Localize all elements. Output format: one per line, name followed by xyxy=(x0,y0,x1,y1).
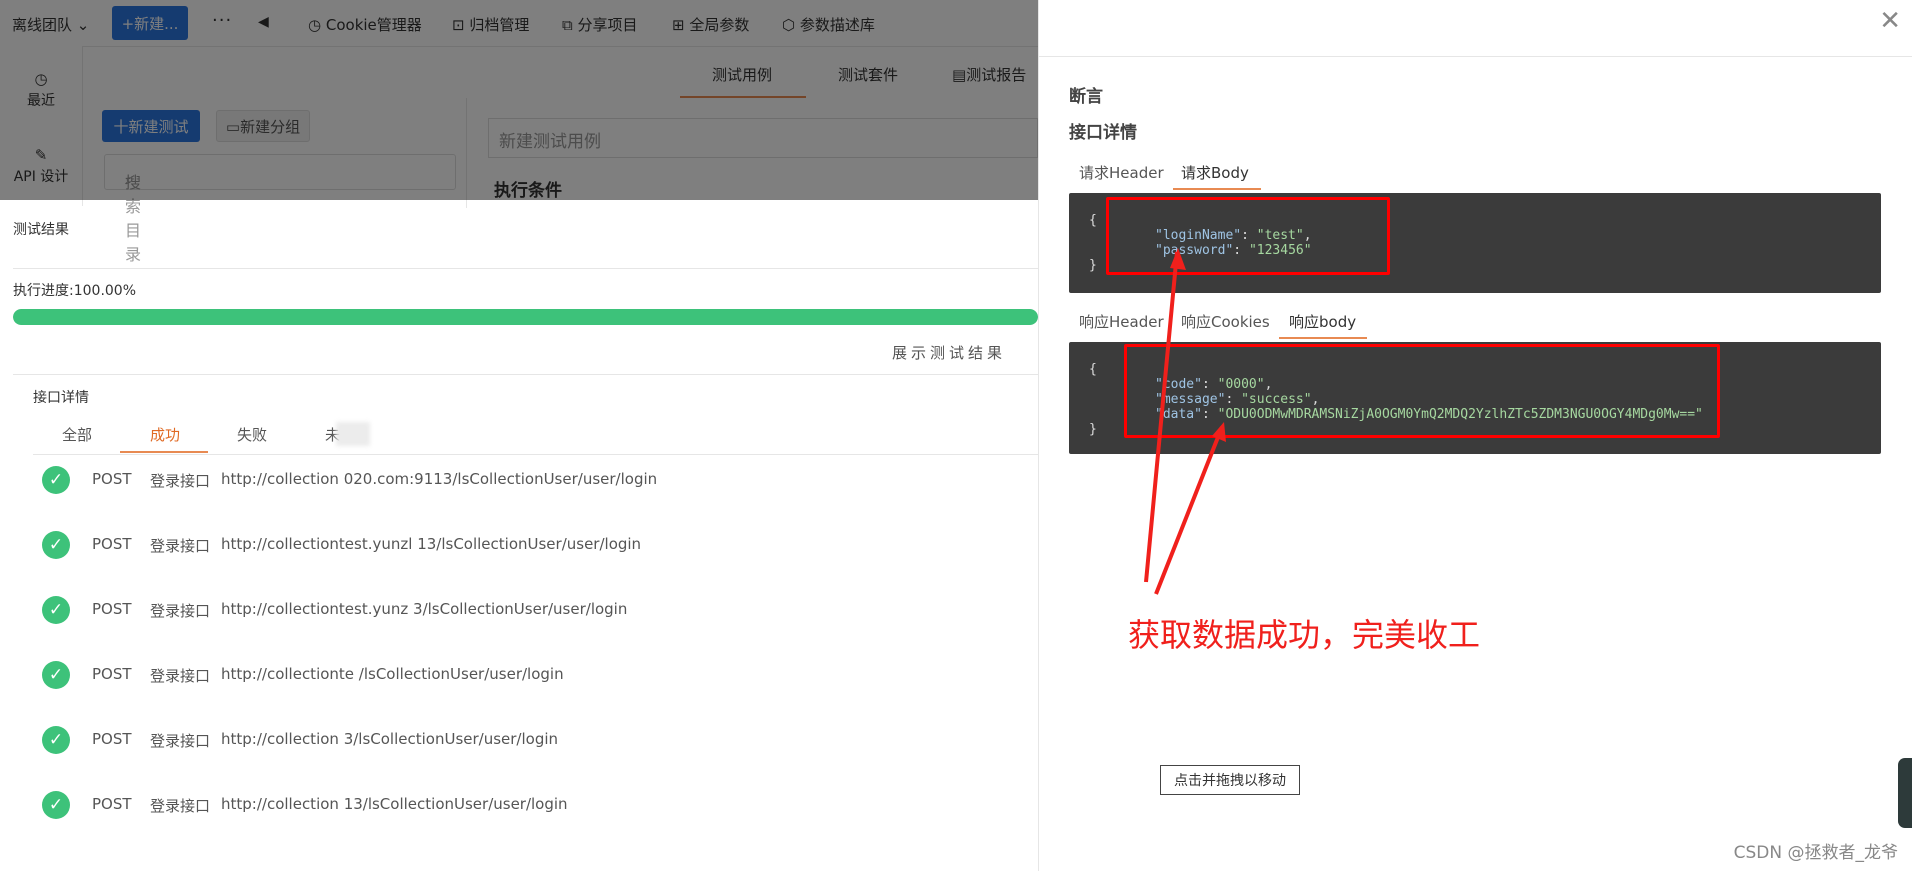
arrow-head xyxy=(1170,248,1186,270)
annotation-arrows xyxy=(1144,248,1226,595)
arrow-response xyxy=(1154,426,1224,595)
drag-move-button[interactable]: 点击并拖拽以移动 xyxy=(1160,765,1300,795)
arrow-request xyxy=(1144,251,1179,583)
annotation-text: 获取数据成功，完美收工 xyxy=(1128,616,1481,654)
arrow-head xyxy=(1212,422,1226,442)
